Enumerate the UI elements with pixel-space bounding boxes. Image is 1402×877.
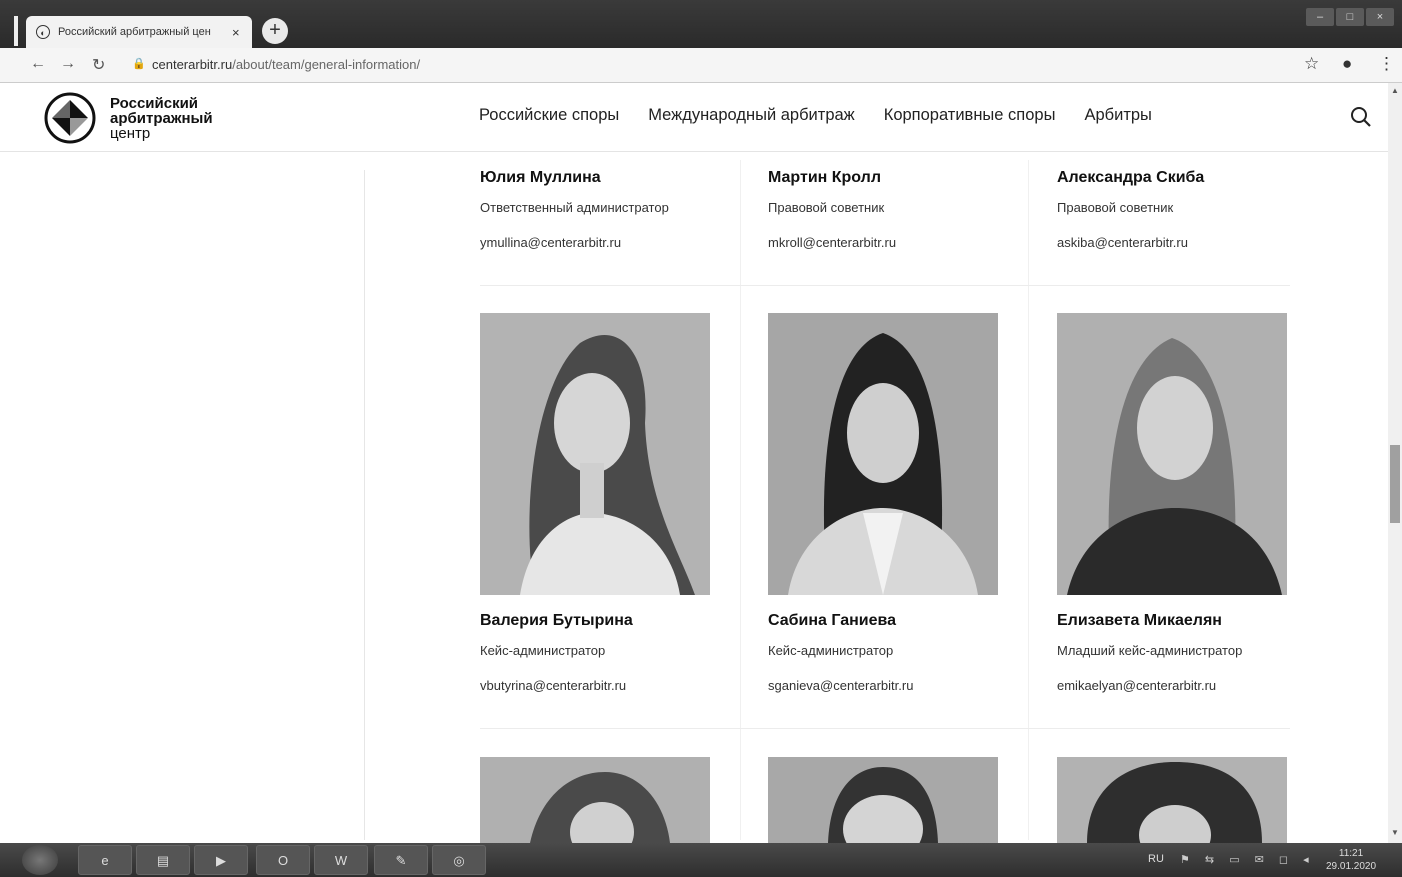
- chrome-icon[interactable]: ◎: [432, 845, 486, 875]
- nav-international-arbitration[interactable]: Международный арбитраж: [648, 106, 854, 125]
- explorer-icon[interactable]: ▤: [136, 845, 190, 875]
- acrobat-icon[interactable]: ✎: [374, 845, 428, 875]
- member-name: Сабина Ганиева: [768, 612, 897, 629]
- word-icon[interactable]: W: [314, 845, 368, 875]
- team-card: Сабина Ганиева Кейс-администратор sganie…: [768, 313, 1008, 693]
- member-role: Ответственный администратор: [480, 200, 669, 215]
- tab-close-icon[interactable]: ×: [232, 25, 240, 40]
- site-header: Российский арбитражный центр Российские …: [0, 83, 1388, 152]
- profile-icon[interactable]: ●: [1342, 54, 1352, 74]
- address-bar: ← → ↻ 🔒 centerarbitr.ru/about/team/gener…: [0, 48, 1402, 83]
- member-role: Правовой советник: [1057, 200, 1174, 215]
- team-card: Валерия Бутырина Кейс-администратор vbut…: [480, 313, 720, 693]
- member-photo[interactable]: [1057, 757, 1287, 843]
- member-email[interactable]: sganieva@centerarbitr.ru: [768, 678, 1008, 693]
- menu-kebab-icon[interactable]: ⋮: [1378, 54, 1395, 74]
- clock-time: 11:21: [1338, 848, 1364, 859]
- nav-russian-disputes[interactable]: Российские споры: [479, 106, 619, 125]
- system-tray-icons[interactable]: ⚑ ⇆ ▭ ✉ ◻ ◂: [1180, 853, 1315, 866]
- forward-icon[interactable]: →: [60, 55, 76, 73]
- column-divider: [1028, 160, 1029, 840]
- member-name: Юлия Муллина: [480, 169, 601, 186]
- bookmark-star-icon[interactable]: ☆: [1304, 54, 1319, 74]
- scroll-thumb[interactable]: [1390, 445, 1400, 523]
- team-card: Александра Скиба Правовой советник askib…: [1057, 169, 1297, 250]
- logo-line-1: Российский: [110, 95, 199, 112]
- page-scrollbar[interactable]: ▲ ▼: [1388, 83, 1402, 843]
- member-name: Александра Скиба: [1057, 169, 1205, 186]
- window-edge: [14, 16, 18, 46]
- clock-date: 29.01.2020: [1326, 861, 1377, 872]
- minimize-button[interactable]: –: [1306, 8, 1334, 26]
- close-window-button[interactable]: ×: [1366, 8, 1394, 26]
- member-email[interactable]: vbutyrina@centerarbitr.ru: [480, 678, 720, 693]
- main-nav: Российские споры Международный арбитраж …: [479, 106, 1152, 125]
- outlook-icon[interactable]: O: [256, 845, 310, 875]
- browser-tab-strip: ◐ Российский арбитражный цен × + – □ ×: [0, 0, 1402, 48]
- member-photo[interactable]: [768, 757, 998, 843]
- nav-arbitrators[interactable]: Арбитры: [1084, 106, 1151, 125]
- logo-line-3: центр: [110, 125, 151, 142]
- member-name: Валерия Бутырина: [480, 612, 633, 629]
- member-email[interactable]: askiba@centerarbitr.ru: [1057, 235, 1297, 250]
- team-card: Елизавета Микаелян Младший кейс-админист…: [1057, 313, 1297, 693]
- logo-icon[interactable]: [44, 92, 96, 144]
- new-tab-button[interactable]: +: [262, 18, 288, 44]
- member-photo[interactable]: [768, 313, 998, 595]
- url-field[interactable]: centerarbitr.ru/about/team/general-infor…: [152, 57, 420, 72]
- team-card: Юлия Муллина Ответственный администратор…: [480, 169, 720, 250]
- column-divider: [740, 160, 741, 840]
- logo-text[interactable]: Российский арбитражный центр: [110, 96, 213, 141]
- member-email[interactable]: emikaelyan@centerarbitr.ru: [1057, 678, 1297, 693]
- member-photo[interactable]: [1057, 313, 1287, 595]
- member-role: Кейс-администратор: [768, 643, 894, 658]
- site-favicon-icon: ◐: [36, 25, 50, 39]
- member-role: Младший кейс-администратор: [1057, 643, 1243, 658]
- member-name: Мартин Кролл: [768, 169, 882, 186]
- url-host: centerarbitr.ru: [152, 57, 233, 72]
- row-divider: [480, 728, 1290, 729]
- member-role: Правовой советник: [768, 200, 885, 215]
- member-photo[interactable]: [480, 313, 710, 595]
- media-player-icon[interactable]: ▶: [194, 845, 248, 875]
- nav-corporate-disputes[interactable]: Корпоративные споры: [884, 106, 1056, 125]
- search-icon[interactable]: [1350, 106, 1372, 128]
- tab-title: Российский арбитражный цен: [58, 26, 211, 38]
- logo-line-2: арбитражный: [110, 110, 213, 127]
- team-card: Мартин Кролл Правовой советник mkroll@ce…: [768, 169, 1008, 250]
- scroll-down-icon[interactable]: ▼: [1391, 828, 1399, 837]
- member-email[interactable]: ymullina@centerarbitr.ru: [480, 235, 720, 250]
- start-button[interactable]: [22, 845, 58, 875]
- sidebar-divider: [364, 170, 365, 840]
- member-role: Кейс-администратор: [480, 643, 606, 658]
- member-name: Елизавета Микаелян: [1057, 612, 1222, 629]
- back-icon[interactable]: ←: [30, 55, 46, 73]
- os-taskbar: e ▤ ▶ O W ✎ ◎ RU ⚑ ⇆ ▭ ✉ ◻ ◂ 11:21 29.01…: [0, 843, 1402, 877]
- lock-icon[interactable]: 🔒: [132, 57, 146, 70]
- language-indicator[interactable]: RU: [1148, 853, 1164, 865]
- clock[interactable]: 11:21 29.01.2020: [1326, 847, 1376, 873]
- reload-icon[interactable]: ↻: [92, 55, 105, 75]
- row-divider: [480, 285, 1290, 286]
- browser-tab[interactable]: ◐ Российский арбитражный цен ×: [26, 16, 252, 48]
- url-path: /about/team/general-information/: [232, 57, 421, 72]
- ie-icon[interactable]: e: [78, 845, 132, 875]
- scroll-up-icon[interactable]: ▲: [1391, 86, 1399, 95]
- maximize-button[interactable]: □: [1336, 8, 1364, 26]
- member-email[interactable]: mkroll@centerarbitr.ru: [768, 235, 1008, 250]
- member-photo[interactable]: [480, 757, 710, 843]
- window-controls: – □ ×: [1306, 8, 1394, 26]
